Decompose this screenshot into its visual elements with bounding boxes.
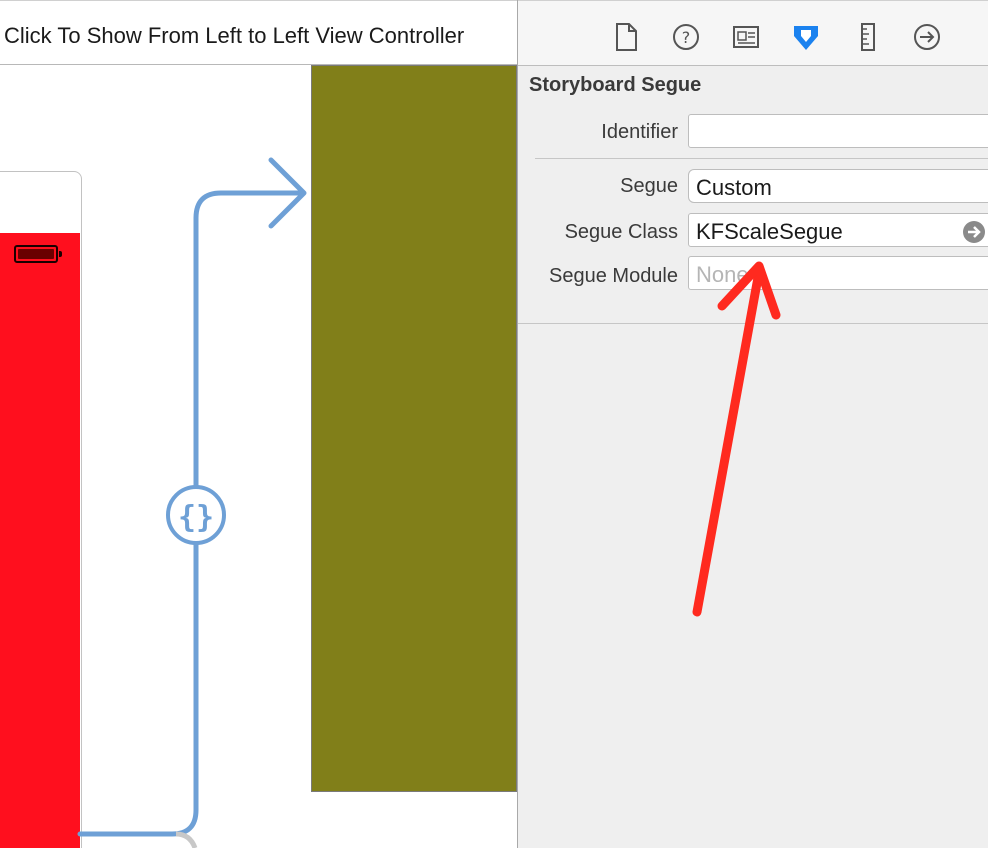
section-title: Storyboard Segue: [529, 74, 702, 96]
section-divider: [535, 158, 988, 159]
inspector-toolbar: ?: [518, 0, 988, 66]
section-bottom-divider: [518, 323, 988, 324]
attributes-inspector: ? Storyboard Segue Identifier Segue Cust…: [517, 0, 988, 848]
identity-card-icon[interactable]: [731, 21, 761, 53]
identifier-field[interactable]: [688, 114, 988, 148]
segue-label: Segue: [620, 175, 678, 197]
segue-class-label: Segue Class: [564, 221, 678, 243]
segue-badge[interactable]: {}: [166, 485, 226, 545]
attributes-icon[interactable]: [791, 21, 821, 53]
go-to-class-icon[interactable]: [962, 220, 986, 244]
file-icon[interactable]: [611, 21, 641, 53]
storyboard-canvas[interactable]: Click To Show From Left to Left View Con…: [0, 0, 517, 848]
segue-line-tail: [175, 831, 198, 848]
help-icon[interactable]: ?: [671, 21, 701, 53]
curly-braces-icon: {}: [178, 500, 214, 535]
segue-module-label: Segue Module: [549, 265, 678, 287]
segue-class-field[interactable]: KFScaleSegue: [688, 213, 988, 247]
identifier-label: Identifier: [601, 121, 678, 143]
svg-text:?: ?: [682, 28, 691, 47]
segue-kind-popup[interactable]: Custom: [688, 169, 988, 203]
segue-connection[interactable]: {}: [0, 0, 517, 848]
segue-module-field[interactable]: None: [688, 256, 988, 290]
ruler-icon[interactable]: [853, 21, 883, 53]
connections-icon[interactable]: [912, 21, 942, 53]
